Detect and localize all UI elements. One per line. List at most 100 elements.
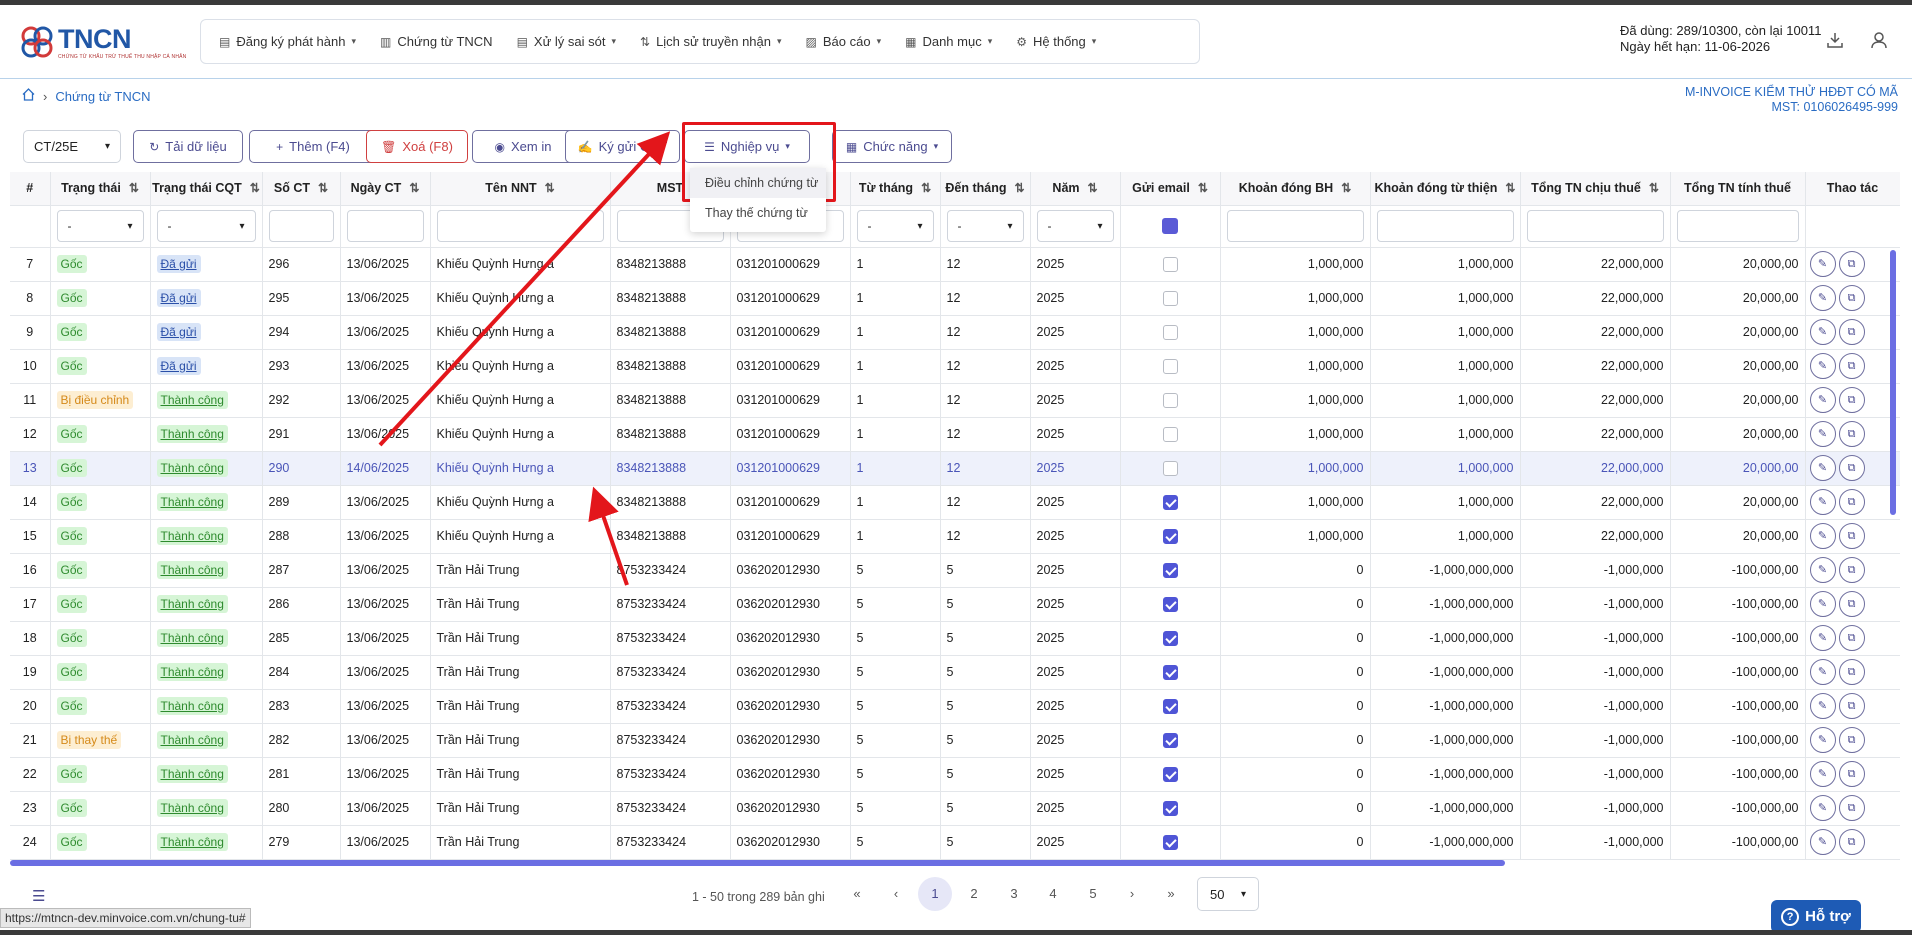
copy-icon[interactable]: ⧉: [1838, 625, 1865, 651]
cqt-status-badge[interactable]: Thành công: [156, 799, 228, 817]
column-header-5[interactable]: Tên NNT ⇅: [430, 172, 611, 206]
sort-icon[interactable]: ⇅: [1088, 181, 1098, 195]
copy-icon[interactable]: ⧉: [1838, 489, 1865, 515]
copy-icon[interactable]: ⧉: [1838, 387, 1865, 413]
table-row[interactable]: 18 Gốc Thành công 285 13/06/2025 Trần Hải Tru…: [10, 621, 1900, 656]
cqt-status-badge[interactable]: Đã gửi: [156, 323, 201, 341]
table-row[interactable]: 10 Gốc Đã gửi 293 13/06/2025 Khiếu Quỳnh Hưng…: [10, 349, 1900, 384]
sort-icon[interactable]: ⇅: [409, 181, 419, 195]
sort-icon[interactable]: ⇅: [1015, 181, 1025, 195]
page-2[interactable]: 2: [957, 877, 991, 911]
cqt-status-badge[interactable]: Thành công: [156, 765, 228, 783]
copy-icon[interactable]: ⧉: [1838, 353, 1865, 379]
cqt-status-badge[interactable]: Thành công: [156, 833, 228, 851]
column-header-11[interactable]: Gửi email ⇅: [1120, 172, 1221, 206]
column-header-0[interactable]: #: [10, 172, 51, 206]
cqt-status-badge[interactable]: Thành công: [156, 629, 228, 647]
reload-button[interactable]: ↻ Tải dữ liệu: [133, 130, 243, 163]
table-row[interactable]: 22 Gốc Thành công 281 13/06/2025 Trần Hải Tru…: [10, 757, 1900, 792]
edit-icon[interactable]: ✎: [1809, 727, 1836, 753]
nav-item-4[interactable]: ▨ Báo cáo ▾: [806, 34, 882, 49]
add-button[interactable]: + Thêm (F4): [249, 130, 377, 163]
filter-input[interactable]: [1226, 210, 1364, 242]
nav-item-3[interactable]: ⇅ Lịch sử truyền nhận ▾: [640, 34, 782, 49]
edit-icon[interactable]: ✎: [1809, 829, 1836, 855]
cqt-status-badge[interactable]: Thành công: [156, 527, 228, 545]
page-size-select[interactable]: 50 ▾: [1197, 877, 1259, 911]
copy-icon[interactable]: ⧉: [1838, 251, 1865, 277]
download-icon[interactable]: [1826, 31, 1844, 54]
cqt-status-badge[interactable]: Thành công: [156, 561, 228, 579]
print-preview-button[interactable]: ◉ Xem in: [472, 130, 574, 163]
table-row[interactable]: 16 Gốc Thành công 287 13/06/2025 Trần Hải Tru…: [10, 553, 1900, 588]
next-page-button[interactable]: ›: [1115, 877, 1149, 911]
functions-menu-button[interactable]: ▦ Chức năng ▾: [832, 130, 952, 163]
edit-icon[interactable]: ✎: [1809, 285, 1836, 311]
table-row[interactable]: 19 Gốc Thành công 284 13/06/2025 Trần Hải Tru…: [10, 655, 1900, 690]
horizontal-scrollbar[interactable]: [10, 860, 1505, 866]
column-header-3[interactable]: Số CT ⇅: [262, 172, 341, 206]
column-header-13[interactable]: Khoản đóng từ thiện ⇅: [1370, 172, 1521, 206]
cqt-status-badge[interactable]: Thành công: [156, 493, 228, 511]
edit-icon[interactable]: ✎: [1809, 523, 1836, 549]
copy-icon[interactable]: ⧉: [1838, 285, 1865, 311]
sort-icon[interactable]: ⇅: [1198, 181, 1208, 195]
copy-icon[interactable]: ⧉: [1838, 829, 1865, 855]
copy-icon[interactable]: ⧉: [1838, 727, 1865, 753]
column-header-2[interactable]: Trạng thái CQT ⇅: [150, 172, 263, 206]
document-type-select[interactable]: CT/25E ▾: [23, 130, 121, 163]
copy-icon[interactable]: ⧉: [1838, 455, 1865, 481]
email-checkbox[interactable]: [1162, 392, 1178, 408]
copy-icon[interactable]: ⧉: [1838, 421, 1865, 447]
table-row[interactable]: 12 Gốc Thành công 291 13/06/2025 Khiếu Quỳnh …: [10, 417, 1900, 452]
edit-icon[interactable]: ✎: [1809, 761, 1836, 787]
table-row[interactable]: 9 Gốc Đã gửi 294 13/06/2025 Khiếu Quỳnh Hưng …: [10, 315, 1900, 350]
edit-icon[interactable]: ✎: [1809, 659, 1836, 685]
cqt-status-badge[interactable]: Đã gửi: [156, 255, 201, 273]
sort-icon[interactable]: ⇅: [1649, 181, 1659, 195]
copy-icon[interactable]: ⧉: [1838, 591, 1865, 617]
nav-item-0[interactable]: ▤ Đăng ký phát hành ▾: [219, 34, 356, 49]
page-5[interactable]: 5: [1076, 877, 1110, 911]
column-header-10[interactable]: Năm ⇅: [1030, 172, 1121, 206]
edit-icon[interactable]: ✎: [1809, 421, 1836, 447]
cqt-status-badge[interactable]: Thành công: [156, 663, 228, 681]
email-checkbox[interactable]: [1162, 664, 1178, 680]
cqt-status-badge[interactable]: Thành công: [156, 595, 228, 613]
edit-icon[interactable]: ✎: [1809, 251, 1836, 277]
filter-input[interactable]: [268, 210, 334, 242]
email-checkbox[interactable]: [1162, 256, 1178, 272]
email-checkbox[interactable]: [1162, 324, 1178, 340]
column-header-4[interactable]: Ngày CT ⇅: [340, 172, 431, 206]
table-row[interactable]: 23 Gốc Thành công 280 13/06/2025 Trần Hải Tru…: [10, 791, 1900, 826]
table-row[interactable]: 7 Gốc Đã gửi 296 13/06/2025 Khiếu Quỳnh Hưng …: [10, 247, 1900, 282]
edit-icon[interactable]: ✎: [1809, 795, 1836, 821]
filter-select[interactable]: - ▾: [1036, 210, 1114, 242]
email-checkbox[interactable]: [1162, 834, 1178, 850]
table-row[interactable]: 13 Gốc Thành công 290 14/06/2025 Khiếu Quỳnh …: [10, 451, 1900, 486]
edit-icon[interactable]: ✎: [1809, 693, 1836, 719]
email-checkbox[interactable]: [1162, 528, 1178, 544]
filter-select[interactable]: - ▾: [156, 210, 256, 242]
page-1[interactable]: 1: [918, 877, 952, 911]
edit-icon[interactable]: ✎: [1809, 591, 1836, 617]
copy-icon[interactable]: ⧉: [1838, 319, 1865, 345]
table-row[interactable]: 20 Gốc Thành công 283 13/06/2025 Trần Hải Tru…: [10, 689, 1900, 724]
nav-item-5[interactable]: ▦ Danh mục ▾: [905, 34, 992, 49]
sort-icon[interactable]: ⇅: [545, 181, 555, 195]
sort-icon[interactable]: ⇅: [318, 181, 328, 195]
list-icon[interactable]: ☰: [32, 887, 45, 905]
edit-icon[interactable]: ✎: [1809, 625, 1836, 651]
email-checkbox[interactable]: [1162, 698, 1178, 714]
page-3[interactable]: 3: [997, 877, 1031, 911]
nav-item-6[interactable]: ⚙ Hệ thống ▾: [1016, 34, 1096, 49]
copy-icon[interactable]: ⧉: [1838, 557, 1865, 583]
first-page-button[interactable]: «: [840, 877, 874, 911]
email-checkbox[interactable]: [1162, 562, 1178, 578]
table-row[interactable]: 21 Bị thay thế Thành công 282 13/06/2025 Trần…: [10, 723, 1900, 758]
app-logo[interactable]: TNCN CHỨNG TỪ KHẤU TRỪ THUẾ THU NHẬP CÁ …: [20, 23, 186, 65]
sort-icon[interactable]: ⇅: [250, 181, 260, 195]
sign-send-button[interactable]: ✍ Ký gửi CQT: [565, 130, 680, 163]
vertical-scrollbar[interactable]: [1890, 250, 1896, 515]
prev-page-button[interactable]: ‹: [879, 877, 913, 911]
